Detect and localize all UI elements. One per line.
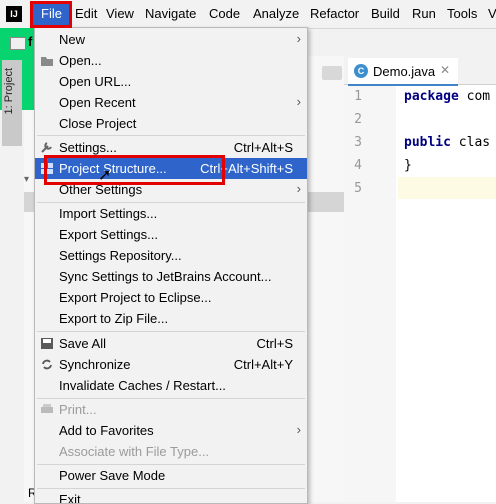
menu-item-open[interactable]: Open... [35, 50, 307, 71]
sync-icon [40, 358, 54, 371]
wrench-icon [40, 141, 54, 154]
editor-tab-label: Demo.java [373, 64, 436, 79]
file-menu-dropdown: New › Open... Open URL... Open Recent › … [34, 27, 308, 504]
menu-item-open-url[interactable]: Open URL... [35, 71, 307, 92]
chevron-right-icon: › [296, 31, 301, 46]
menu-view[interactable]: View [106, 6, 134, 21]
annotation-box-project-structure [44, 155, 225, 185]
mouse-cursor-icon: ➚ [98, 167, 112, 184]
menu-item-label: Settings Repository... [59, 248, 182, 263]
menu-item-synchronize[interactable]: Synchronize Ctrl+Alt+Y [35, 354, 307, 375]
menu-item-add-to-favorites[interactable]: Add to Favorites › [35, 420, 307, 441]
annotation-box-file [30, 1, 72, 28]
menu-item-label: Add to Favorites [59, 423, 154, 438]
menu-analyze[interactable]: Analyze [253, 6, 299, 21]
code-line[interactable]: package com [404, 89, 490, 104]
code-text: } [404, 158, 412, 173]
menu-item-save-all[interactable]: Save All Ctrl+S [35, 333, 307, 354]
code-text: clas [450, 135, 491, 150]
menu-navigate[interactable]: Navigate [145, 6, 196, 21]
menu-item-shortcut: Ctrl+Alt+S [233, 140, 293, 155]
menu-item-label: Exit [59, 492, 81, 504]
editor-tab-demo-java[interactable]: C Demo.java ✕ [348, 58, 458, 86]
menu-item-export-eclipse[interactable]: Export Project to Eclipse... [35, 287, 307, 308]
chevron-down-icon[interactable]: ▾ [24, 174, 34, 185]
menu-item-label: New [59, 32, 86, 47]
line-number: 4 [354, 158, 362, 173]
panel-toolbar-button[interactable] [322, 66, 342, 80]
print-icon [40, 403, 54, 416]
menu-bar: IJ File Edit View Navigate Code Analyze … [0, 0, 496, 29]
line-number: 5 [354, 181, 362, 196]
menu-refactor[interactable]: Refactor [310, 6, 359, 21]
menu-item-label: Import Settings... [59, 206, 158, 221]
menu-item-label: Export Project to Eclipse... [59, 290, 212, 305]
menu-item-new[interactable]: New › [35, 29, 307, 50]
menu-item-label: Power Save Mode [59, 468, 166, 483]
menu-item-shortcut: Ctrl+S [256, 336, 293, 351]
menu-item-label: Synchronize [59, 357, 131, 372]
menu-item-label: Sync Settings to JetBrains Account... [59, 269, 272, 284]
menu-item-import-settings[interactable]: Import Settings... [35, 203, 307, 224]
menu-item-label: Settings... [59, 140, 117, 155]
menu-item-settings-repository[interactable]: Settings Repository... [35, 245, 307, 266]
code-keyword: public [404, 135, 451, 150]
project-root-label[interactable]: f [28, 34, 32, 49]
menu-item-label: Export Settings... [59, 227, 158, 242]
menu-code[interactable]: Code [209, 6, 240, 21]
menu-build[interactable]: Build [371, 6, 400, 21]
menu-item-export-settings[interactable]: Export Settings... [35, 224, 307, 245]
menu-item-sync-settings[interactable]: Sync Settings to JetBrains Account... [35, 266, 307, 287]
menu-run[interactable]: Run [412, 6, 436, 21]
menu-vcs[interactable]: V [488, 6, 496, 21]
menu-item-shortcut: Ctrl+Alt+Y [233, 357, 293, 372]
menu-tools[interactable]: Tools [447, 6, 477, 21]
menu-item-label: Open Recent [59, 95, 136, 110]
editor-tab-bar: C Demo.java ✕ [344, 56, 496, 86]
chevron-right-icon: › [296, 422, 301, 437]
menu-item-label: Open... [59, 53, 102, 68]
menu-item-label: Close Project [59, 116, 137, 131]
intellij-app-icon: IJ [6, 6, 22, 22]
save-icon [40, 337, 54, 350]
menu-item-label: Invalidate Caches / Restart... [59, 378, 226, 393]
menu-item-label: Export to Zip File... [59, 311, 169, 326]
current-line-highlight [398, 177, 496, 199]
menu-item-associate-file-type[interactable]: Associate with File Type... [35, 441, 307, 462]
project-tab-label: 1: Project [3, 68, 15, 115]
line-number: 1 [354, 89, 362, 104]
chevron-right-icon: › [296, 94, 301, 109]
code-line[interactable]: public clas [404, 135, 490, 150]
menu-item-power-save-mode[interactable]: Power Save Mode [35, 465, 307, 486]
menu-edit[interactable]: Edit [75, 6, 97, 21]
code-line[interactable]: } [404, 158, 412, 173]
code-text: com [458, 89, 491, 104]
menu-item-label: Open URL... [59, 74, 132, 89]
line-number: 3 [354, 135, 362, 150]
menu-item-label: Print... [59, 402, 97, 417]
close-icon[interactable]: ✕ [440, 63, 450, 77]
menu-item-label: Associate with File Type... [59, 444, 210, 459]
folder-icon [10, 37, 26, 50]
menu-separator [37, 135, 305, 136]
menu-item-close-project[interactable]: Close Project [35, 113, 307, 134]
menu-item-export-zip[interactable]: Export to Zip File... [35, 308, 307, 329]
line-number: 2 [354, 112, 362, 127]
menu-item-label: Save All [59, 336, 106, 351]
code-keyword: package [404, 89, 459, 104]
menu-item-invalidate-caches[interactable]: Invalidate Caches / Restart... [35, 375, 307, 396]
chevron-right-icon: › [296, 181, 301, 196]
folder-icon [40, 54, 54, 67]
menu-separator [37, 331, 305, 332]
menu-item-print[interactable]: Print... [35, 399, 307, 420]
menu-item-open-recent[interactable]: Open Recent › [35, 92, 307, 113]
java-class-icon: C [354, 64, 368, 78]
